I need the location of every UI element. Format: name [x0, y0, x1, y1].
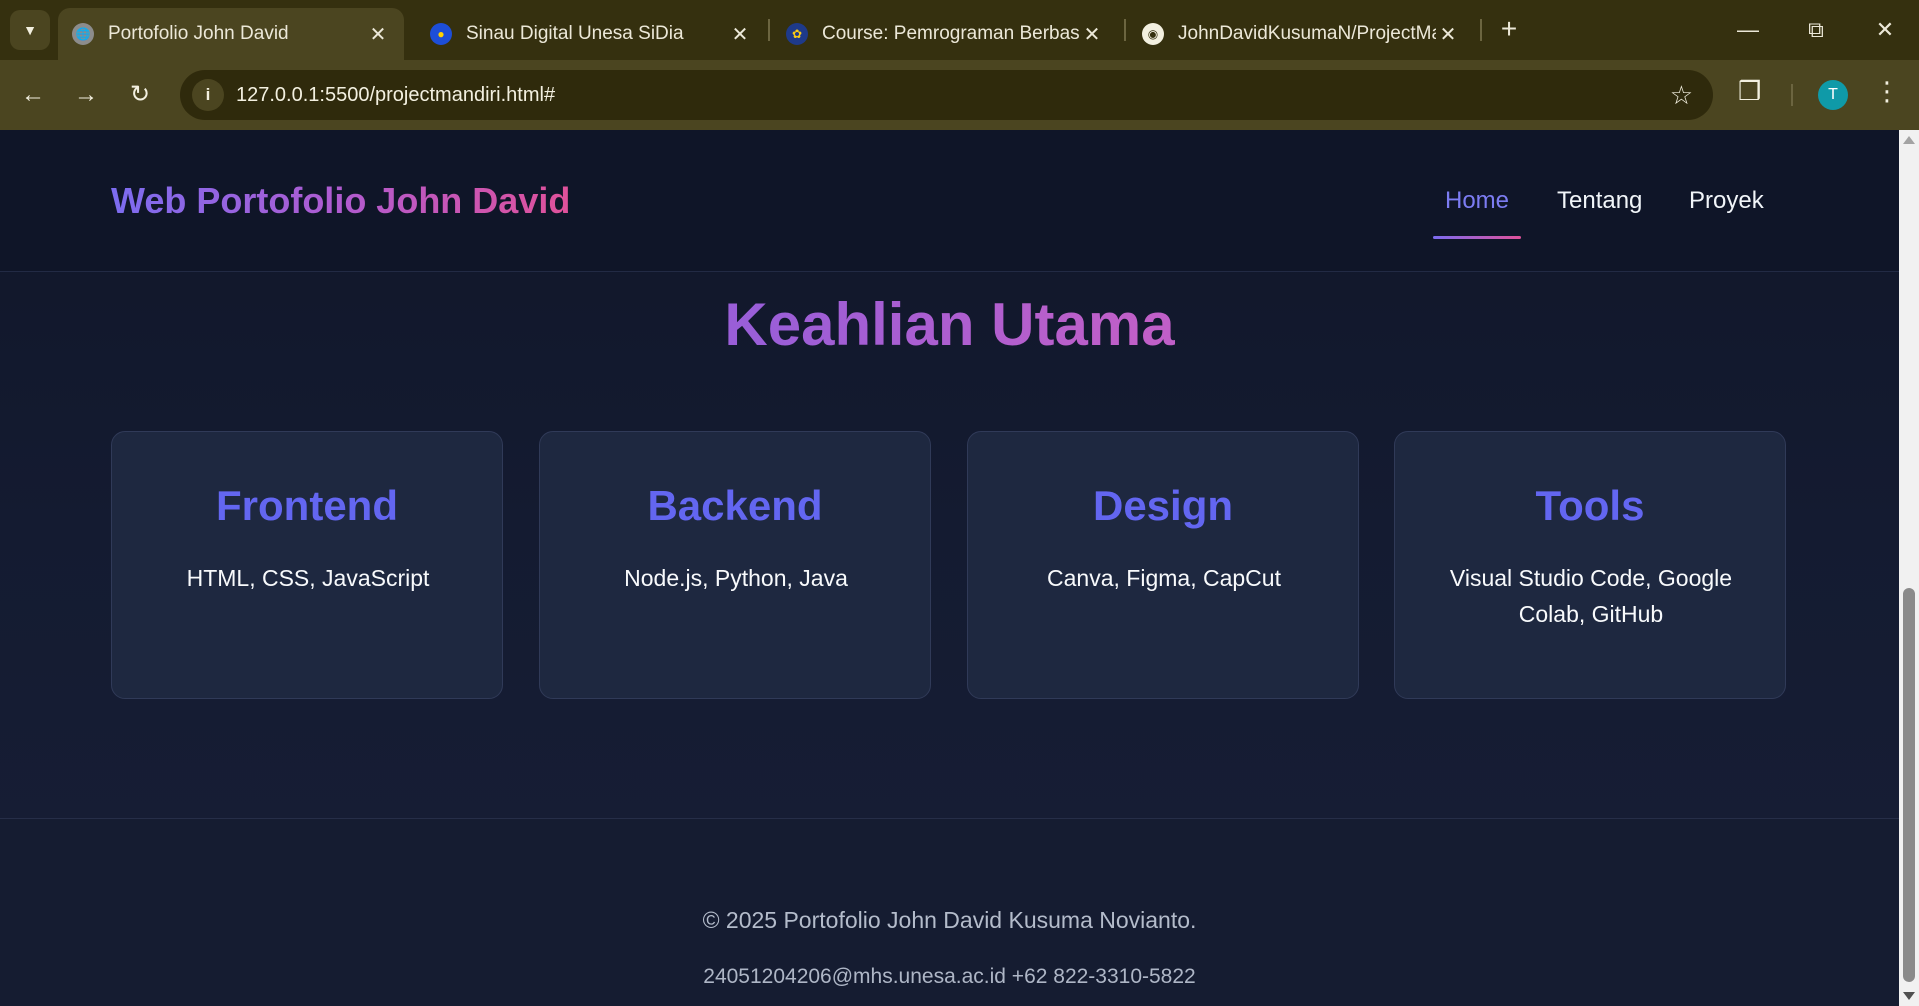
browser-tab-course[interactable]: ✿ Course: Pemrograman Berbasis ✕	[772, 8, 1118, 60]
profile-avatar[interactable]: T	[1818, 80, 1848, 110]
more-menu-icon[interactable]: ⋮	[1874, 76, 1900, 107]
browser-tab-sidia[interactable]: ● Sinau Digital Unesa SiDia ✕	[416, 8, 766, 60]
chevron-down-icon: ▼	[23, 22, 37, 38]
restore-icon: ⧉	[1808, 17, 1824, 42]
arrow-right-icon: →	[74, 81, 98, 108]
close-window-button[interactable]: ✕	[1855, 8, 1915, 52]
skill-card-design: Design Canva, Figma, CapCut	[967, 431, 1359, 699]
skill-card-title: Tools	[1535, 482, 1645, 529]
restore-button[interactable]: ⧉	[1786, 8, 1846, 52]
page-viewport: Web Portofolio John David Home Tentang P…	[0, 130, 1899, 1006]
skill-card-items: Node.js, Python, Java	[624, 565, 848, 591]
site-info-icon[interactable]: i	[192, 79, 224, 111]
nav-link-tentang[interactable]: Tentang	[1557, 187, 1642, 215]
active-nav-indicator	[1433, 236, 1521, 239]
new-tab-button[interactable]: +	[1494, 13, 1524, 47]
scroll-down-arrow-icon[interactable]	[1903, 992, 1915, 1000]
tab-divider	[1480, 19, 1482, 41]
tab-title: Course: Pemrograman Berbasis	[822, 23, 1080, 44]
tab-title: Portofolio John David	[108, 23, 289, 44]
plus-icon: +	[1500, 13, 1518, 44]
page-scrollbar[interactable]	[1899, 130, 1919, 1006]
scroll-up-arrow-icon[interactable]	[1903, 136, 1915, 144]
scrollbar-thumb[interactable]	[1903, 588, 1915, 982]
skill-card-items: Visual Studio Code, Google Colab, GitHub	[1449, 565, 1733, 627]
minimize-icon: —	[1737, 17, 1759, 42]
close-icon[interactable]: ✕	[1436, 22, 1460, 47]
tab-search-button[interactable]: ▼	[10, 10, 50, 50]
back-button[interactable]: ←	[14, 76, 52, 114]
site-header: Web Portofolio John David Home Tentang P…	[0, 130, 1899, 272]
skill-card-title: Frontend	[216, 482, 398, 529]
globe-icon: 🌐	[72, 23, 94, 45]
section-title: Keahlian Utama	[0, 290, 1899, 359]
footer-copyright: © 2025 Portofolio John David Kusuma Novi…	[702, 907, 1197, 933]
skill-card-title: Design	[1092, 482, 1234, 529]
reload-icon: ↻	[129, 81, 151, 108]
minimize-button[interactable]: —	[1718, 8, 1778, 52]
address-bar[interactable]: i 127.0.0.1:5500/projectmandiri.html# ☆	[180, 70, 1713, 120]
site-footer: © 2025 Portofolio John David Kusuma Novi…	[0, 818, 1899, 1006]
site-brand[interactable]: Web Portofolio John David	[111, 180, 570, 222]
url-text[interactable]: 127.0.0.1:5500/projectmandiri.html#	[236, 84, 555, 107]
reload-button[interactable]: ↻	[121, 76, 159, 114]
unesa-logo-icon: ✿	[786, 23, 808, 45]
browser-tab-strip: ▼ 🌐 Portofolio John David ✕ ● Sinau Digi…	[0, 0, 1919, 60]
tab-title: JohnDavidKusumaN/ProjectMa	[1178, 23, 1436, 44]
tab-divider	[1124, 19, 1126, 41]
close-icon[interactable]: ✕	[1080, 22, 1104, 47]
forward-button[interactable]: →	[67, 76, 105, 114]
close-icon[interactable]: ✕	[728, 22, 752, 47]
sidia-logo-icon: ●	[430, 23, 452, 45]
skill-card-title: Backend	[647, 482, 823, 529]
toolbar-divider	[1791, 84, 1793, 106]
close-icon: ✕	[1875, 17, 1895, 42]
browser-tab-github[interactable]: ◉ JohnDavidKusumaN/ProjectMa ✕	[1128, 8, 1474, 60]
nav-link-proyek[interactable]: Proyek	[1689, 187, 1764, 215]
extensions-icon[interactable]: ❒	[1738, 76, 1761, 107]
tab-title: Sinau Digital Unesa SiDia	[466, 23, 684, 44]
browser-tab-portfolio[interactable]: 🌐 Portofolio John David ✕	[58, 8, 404, 60]
close-icon[interactable]: ✕	[366, 22, 390, 47]
tab-divider	[768, 19, 770, 41]
nav-link-home[interactable]: Home	[1445, 187, 1509, 215]
skill-card-frontend: Frontend HTML, CSS, JavaScript	[111, 431, 503, 699]
skill-card-items: HTML, CSS, JavaScript	[186, 565, 430, 591]
skill-card-items: Canva, Figma, CapCut	[1047, 565, 1281, 591]
arrow-left-icon: ←	[21, 81, 45, 108]
browser-toolbar: ← → ↻ i 127.0.0.1:5500/projectmandiri.ht…	[0, 60, 1919, 130]
github-icon: ◉	[1142, 23, 1164, 45]
footer-contact: 24051204206@mhs.unesa.ac.id +62 822-3310…	[703, 965, 1196, 988]
skill-card-tools: Tools Visual Studio Code, Google Colab, …	[1394, 431, 1786, 699]
bookmark-star-icon[interactable]: ☆	[1670, 80, 1693, 111]
skill-card-backend: Backend Node.js, Python, Java	[539, 431, 931, 699]
